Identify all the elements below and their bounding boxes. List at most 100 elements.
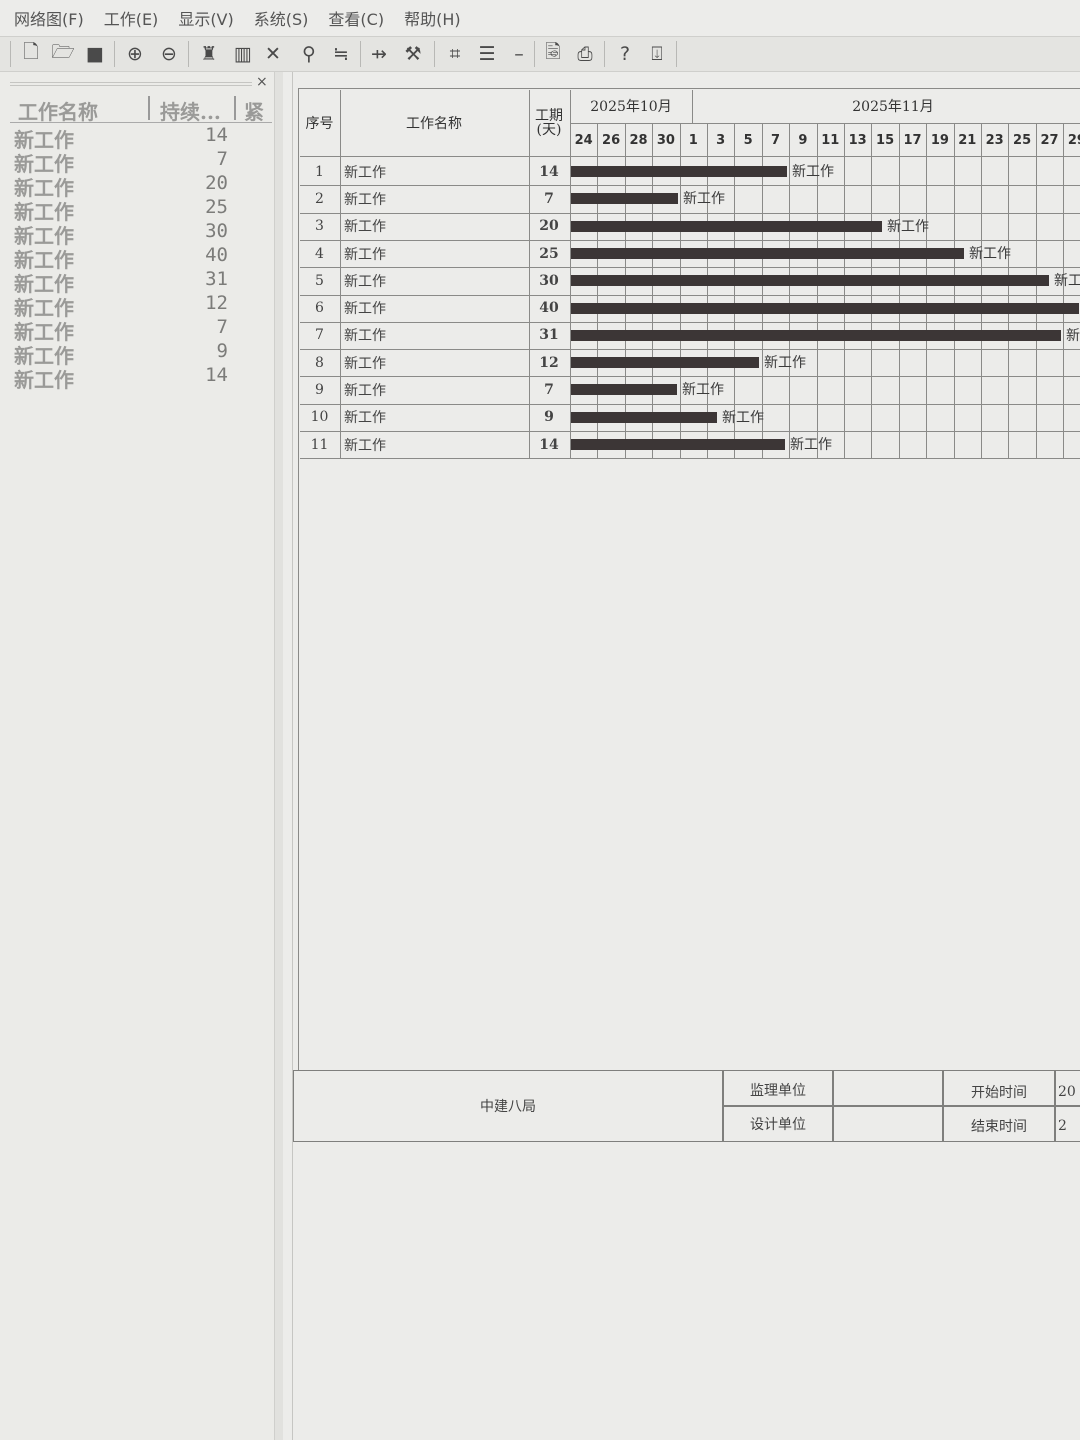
task-duration: 14 xyxy=(205,124,228,146)
day-label: 24 xyxy=(574,132,593,148)
help-icon[interactable]: ? xyxy=(612,41,638,67)
filter-icon[interactable]: ≒ xyxy=(328,41,354,67)
column-header-duration: 工期 (天) xyxy=(535,108,563,138)
day-label: 29 xyxy=(1067,132,1080,148)
list-item[interactable]: 新工作 12 xyxy=(14,292,234,320)
toolbar-separator xyxy=(114,41,115,67)
menu-bar: 网络图(F) 工作(E) 显示(V) 系统(S) 查看(C) 帮助(H) xyxy=(0,0,1080,36)
row-seq: 4 xyxy=(315,245,324,262)
menu-network[interactable]: 网络图(F) xyxy=(14,6,84,30)
day-label: 9 xyxy=(798,132,808,148)
task-duration: 9 xyxy=(216,340,228,362)
task-bar xyxy=(571,247,964,259)
task-duration: 31 xyxy=(205,268,228,290)
page-preview-icon[interactable]: 🗟 xyxy=(540,41,566,67)
menu-work[interactable]: 工作(E) xyxy=(104,6,159,30)
day-label: 28 xyxy=(629,132,648,148)
printer-icon[interactable]: ⎙ xyxy=(572,41,598,67)
row-task-name: 新工作 xyxy=(344,328,386,345)
grid-line xyxy=(871,124,873,459)
list-item[interactable]: 新工作 30 xyxy=(14,220,234,248)
task-duration: 40 xyxy=(205,244,228,266)
row-task-name: 新工作 xyxy=(344,191,386,208)
list-item[interactable]: 新工作 7 xyxy=(14,148,234,176)
column-header-task-name: 工作名称 xyxy=(406,116,462,132)
gantt-chart: 序号 工作名称 工期 (天) 2025年10月 2025年11月 24 26 28 3… xyxy=(300,90,1080,460)
row-task-name: 新工作 xyxy=(344,383,386,400)
row-duration: 25 xyxy=(539,245,559,262)
toolbar-separator xyxy=(676,41,677,67)
task-duration: 7 xyxy=(216,316,228,338)
delete-icon[interactable]: ✕ xyxy=(260,41,286,67)
list-item[interactable]: 新工作 20 xyxy=(14,172,234,200)
task-bar xyxy=(571,384,677,396)
row-task-name: 新工作 xyxy=(344,410,386,427)
new-file-icon[interactable]: 🗋 xyxy=(18,41,44,67)
row-seq: 6 xyxy=(315,300,324,317)
menu-system[interactable]: 系统(S) xyxy=(254,6,309,30)
chart-icon[interactable]: ▥ xyxy=(230,41,256,67)
save-icon[interactable]: ■ xyxy=(82,41,108,67)
list-item[interactable]: 新工作 25 xyxy=(14,196,234,224)
column-header-critical[interactable]: 紧 xyxy=(244,96,264,125)
task-sidebar: × 工作名称 持续... 紧 新工作 14 新工作 7 新工作 20 新工作 25 新工… xyxy=(0,72,283,1440)
list-item[interactable]: 新工作 14 xyxy=(14,364,234,392)
month-nov: 2025年11月 xyxy=(852,99,934,115)
list-item[interactable]: 新工作 14 xyxy=(14,124,234,152)
column-header-duration[interactable]: 持续... xyxy=(160,96,221,125)
sidebar-header: 工作名称 持续... 紧 xyxy=(10,94,272,125)
menu-help[interactable]: 帮助(H) xyxy=(404,6,461,30)
menu-display[interactable]: 显示(V) xyxy=(178,6,233,30)
column-divider[interactable] xyxy=(234,96,236,120)
grid-line xyxy=(692,90,693,123)
zoom-in-icon[interactable]: ⊕ xyxy=(122,41,148,67)
task-bar-label: 新工作 xyxy=(683,191,725,208)
zoom-out-icon[interactable]: ⊖ xyxy=(156,41,182,67)
month-oct: 2025年10月 xyxy=(590,99,672,115)
task-name: 新工作 xyxy=(14,368,74,392)
tools-icon[interactable]: ⚒ xyxy=(400,41,426,67)
day-label: 26 xyxy=(602,132,621,148)
sidebar-grip[interactable] xyxy=(10,82,252,86)
row-seq: 1 xyxy=(315,163,324,180)
grid-line xyxy=(300,156,1080,157)
gantt-icon[interactable]: ☰ xyxy=(474,41,500,67)
close-icon[interactable]: × xyxy=(256,74,268,90)
menu-view[interactable]: 查看(C) xyxy=(328,6,384,30)
start-time-label: 开始时间 xyxy=(971,1085,1027,1101)
task-bar-label: 新工 xyxy=(1054,273,1080,290)
task-bar-label: 新工作 xyxy=(682,382,724,399)
row-seq: 11 xyxy=(310,436,329,453)
list-item[interactable]: 新工作 7 xyxy=(14,316,234,344)
add-link-icon[interactable]: ⇸ xyxy=(366,41,392,67)
task-duration: 25 xyxy=(205,196,228,218)
task-bar xyxy=(571,275,1049,287)
day-label: 3 xyxy=(716,132,726,148)
toolbar-separator xyxy=(10,41,11,67)
network-icon[interactable]: ⌗ xyxy=(442,41,468,67)
day-label: 11 xyxy=(821,132,840,148)
minus-icon[interactable]: – xyxy=(506,41,532,67)
task-bar xyxy=(571,193,678,205)
exit-icon[interactable]: ⍗ xyxy=(644,41,670,67)
day-label: 7 xyxy=(770,132,781,148)
grid-line xyxy=(1063,124,1065,459)
grid-line xyxy=(926,124,928,459)
day-label: 27 xyxy=(1040,132,1059,148)
list-item[interactable]: 新工作 40 xyxy=(14,244,234,272)
list-item[interactable]: 新工作 9 xyxy=(14,340,234,368)
open-folder-icon[interactable]: 🗁 xyxy=(50,41,76,67)
row-task-name: 新工作 xyxy=(344,246,386,263)
print-preview-icon[interactable]: ♜ xyxy=(196,41,222,67)
grid-line xyxy=(898,124,900,459)
column-header-name[interactable]: 工作名称 xyxy=(18,96,98,125)
toolbar-separator xyxy=(604,41,605,67)
find-icon[interactable]: ⚲ xyxy=(296,41,322,67)
list-item[interactable]: 新工作 31 xyxy=(14,268,234,296)
column-divider[interactable] xyxy=(148,96,150,120)
task-bar xyxy=(571,302,1079,314)
day-label: 30 xyxy=(656,132,675,148)
row-duration: 14 xyxy=(539,163,559,180)
row-seq: 5 xyxy=(315,272,324,289)
row-task-name: 新工作 xyxy=(344,219,386,236)
